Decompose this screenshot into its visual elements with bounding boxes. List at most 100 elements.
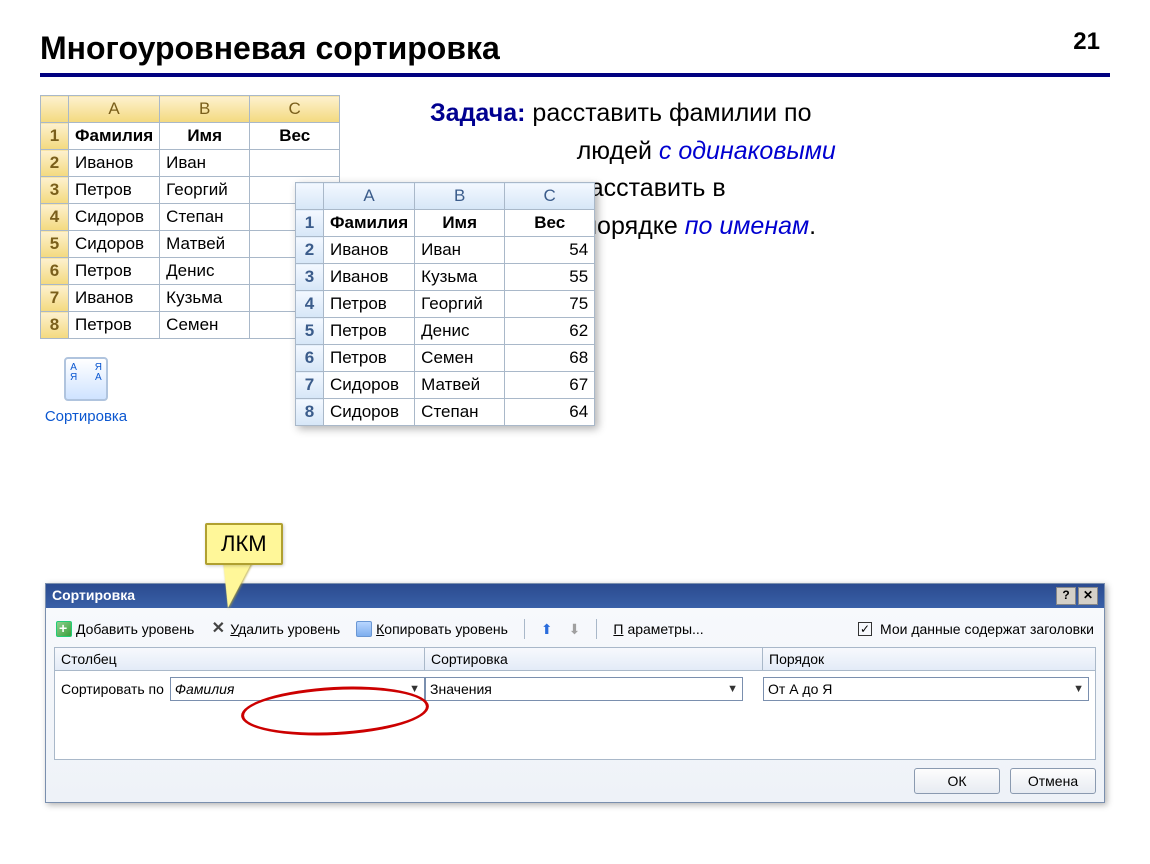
row-header[interactable]: 3	[296, 264, 324, 291]
add-level-button[interactable]: Добавить уровень	[56, 621, 194, 637]
cell[interactable]: Степан	[160, 204, 250, 231]
cell[interactable]: Степан	[415, 399, 505, 426]
page-number: 21	[1073, 28, 1100, 56]
cell[interactable]: 55	[505, 264, 595, 291]
cell[interactable]: Петров	[324, 318, 415, 345]
cell[interactable]: Матвей	[415, 372, 505, 399]
delete-level-button[interactable]: ✕ Удалить уровень	[210, 621, 340, 637]
cell[interactable]: Иванов	[324, 237, 415, 264]
col-header[interactable]: A	[324, 183, 415, 210]
grid-header: Столбец Сортировка Порядок	[54, 647, 1096, 671]
col-header[interactable]: C	[505, 183, 595, 210]
cell[interactable]: 67	[505, 372, 595, 399]
move-up-button[interactable]: ⬆	[541, 621, 553, 638]
arrow-down-icon: ⬇	[569, 621, 581, 638]
sort-dialog: Сортировка ? ✕ Добавить уровень ✕ Удалит…	[45, 583, 1105, 803]
cell[interactable]: 75	[505, 291, 595, 318]
cell[interactable]: Вес	[505, 210, 595, 237]
cell[interactable]: Сидоров	[69, 231, 160, 258]
dialog-titlebar[interactable]: Сортировка ? ✕	[46, 584, 1104, 608]
col-header[interactable]: B	[160, 96, 250, 123]
cell[interactable]: Денис	[415, 318, 505, 345]
row-header[interactable]: 8	[296, 399, 324, 426]
cell[interactable]: Петров	[69, 177, 160, 204]
checkbox-label: Мои данные содержат заголовки	[880, 621, 1094, 637]
cancel-button[interactable]: Отмена	[1010, 768, 1096, 794]
move-down-button[interactable]: ⬇	[569, 621, 581, 638]
task-label: Задача:	[430, 99, 525, 127]
help-button[interactable]: ?	[1056, 587, 1076, 605]
cell[interactable]	[250, 150, 340, 177]
cell[interactable]: Семен	[160, 312, 250, 339]
row-header[interactable]: 6	[41, 258, 69, 285]
cell[interactable]: Иванов	[324, 264, 415, 291]
cell[interactable]: Петров	[69, 258, 160, 285]
cell[interactable]: Кузьма	[160, 285, 250, 312]
cell[interactable]: Матвей	[160, 231, 250, 258]
dialog-toolbar: Добавить уровень ✕ Удалить уровень Копир…	[54, 616, 1096, 647]
cell[interactable]: Фамилия	[69, 123, 160, 150]
cell[interactable]: Иван	[160, 150, 250, 177]
cell[interactable]: Вес	[250, 123, 340, 150]
cell[interactable]: Семен	[415, 345, 505, 372]
col-header[interactable]: B	[415, 183, 505, 210]
delete-icon: ✕	[210, 622, 226, 636]
cell[interactable]: Кузьма	[415, 264, 505, 291]
cell[interactable]: Сидоров	[69, 204, 160, 231]
title-underline	[40, 73, 1110, 77]
cell[interactable]: Фамилия	[324, 210, 415, 237]
headers-checkbox[interactable]: ✓ Мои данные содержат заголовки	[858, 621, 1094, 637]
ok-button[interactable]: ОК	[914, 768, 1000, 794]
separator	[524, 619, 525, 639]
corner-cell[interactable]	[296, 183, 324, 210]
cell[interactable]: 64	[505, 399, 595, 426]
params-button[interactable]: Параметры...	[613, 621, 703, 637]
copy-icon	[356, 621, 372, 637]
cell[interactable]: Имя	[415, 210, 505, 237]
sort-button-label: Сортировка	[40, 408, 132, 425]
corner-cell[interactable]	[41, 96, 69, 123]
cell[interactable]: Сидоров	[324, 399, 415, 426]
col-header[interactable]: A	[69, 96, 160, 123]
arrow-up-icon: ⬆	[541, 621, 553, 638]
row-header[interactable]: 6	[296, 345, 324, 372]
cell[interactable]: Сидоров	[324, 372, 415, 399]
row-header[interactable]: 5	[41, 231, 69, 258]
header-column: Столбец	[55, 648, 425, 670]
column-dropdown[interactable]: Фамилия▼	[170, 677, 425, 701]
lmb-callout: ЛКМ	[205, 523, 283, 565]
cell[interactable]: 62	[505, 318, 595, 345]
dialog-footer: ОК Отмена	[54, 768, 1096, 794]
cell[interactable]: Петров	[324, 291, 415, 318]
add-icon	[56, 621, 72, 637]
row-header[interactable]: 4	[41, 204, 69, 231]
cell[interactable]: Иванов	[69, 285, 160, 312]
cell[interactable]: Георгий	[160, 177, 250, 204]
row-header[interactable]: 5	[296, 318, 324, 345]
close-button[interactable]: ✕	[1078, 587, 1098, 605]
cell[interactable]: Денис	[160, 258, 250, 285]
cell[interactable]: Петров	[324, 345, 415, 372]
cell[interactable]: Георгий	[415, 291, 505, 318]
row-header[interactable]: 4	[296, 291, 324, 318]
cell[interactable]: Петров	[69, 312, 160, 339]
cell[interactable]: 54	[505, 237, 595, 264]
row-header[interactable]: 2	[41, 150, 69, 177]
cell[interactable]: Иван	[415, 237, 505, 264]
row-header[interactable]: 7	[296, 372, 324, 399]
sort-by-label: Сортировать по	[61, 681, 164, 697]
sort-on-dropdown[interactable]: Значения▼	[425, 677, 743, 701]
col-header[interactable]: C	[250, 96, 340, 123]
row-header[interactable]: 2	[296, 237, 324, 264]
cell[interactable]: 68	[505, 345, 595, 372]
order-dropdown[interactable]: От А до Я▼	[763, 677, 1089, 701]
row-header[interactable]: 1	[296, 210, 324, 237]
row-header[interactable]: 8	[41, 312, 69, 339]
row-header[interactable]: 1	[41, 123, 69, 150]
cell[interactable]: Имя	[160, 123, 250, 150]
cell[interactable]: Иванов	[69, 150, 160, 177]
row-header[interactable]: 3	[41, 177, 69, 204]
sort-toolbar-button[interactable]: Сортировка	[40, 357, 132, 425]
copy-level-button[interactable]: Копировать уровень	[356, 621, 508, 637]
row-header[interactable]: 7	[41, 285, 69, 312]
